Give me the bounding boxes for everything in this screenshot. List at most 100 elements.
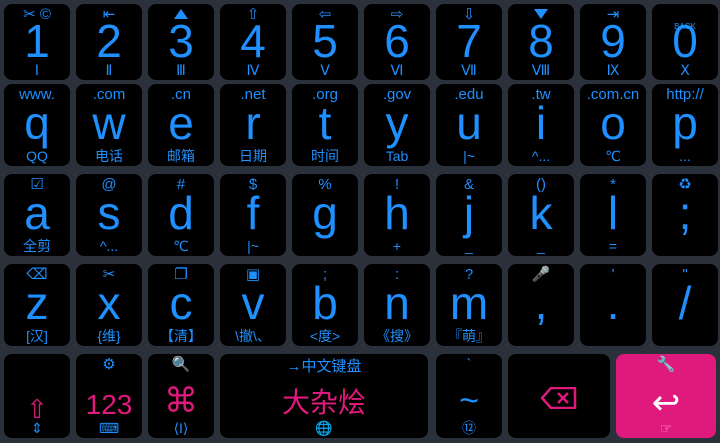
key-w[interactable]: .com w 电话 xyxy=(76,84,142,166)
key-main-label: 3 xyxy=(168,15,194,67)
tilde-key[interactable]: ` ~ ⑫ xyxy=(436,354,502,438)
cursor-icon: ⟨I⟩ xyxy=(173,420,189,436)
key-main-label: j xyxy=(463,187,475,239)
command-icon: ⌘ xyxy=(164,382,198,420)
key-z[interactable]: ⌫ z [汉] xyxy=(4,264,70,346)
key-u[interactable]: .edu u |~ xyxy=(436,84,502,166)
key-main-label: 8 xyxy=(528,15,554,67)
key-main-label: ~ xyxy=(459,382,479,420)
key-main-label: v xyxy=(241,277,265,329)
key-main-label: a xyxy=(24,187,50,239)
key-main-label: z xyxy=(25,277,49,329)
key-o[interactable]: .com.cn o ℃ xyxy=(580,84,646,166)
key-bottom-label: ℃ xyxy=(173,238,189,254)
key-k[interactable]: () k _ xyxy=(508,174,574,256)
key-9[interactable]: ⇥ 9 Ⅸ xyxy=(580,4,646,80)
keyboard-icon: ⌨ xyxy=(98,420,120,436)
swap-icon: ⇕ xyxy=(31,420,43,436)
key-bottom-label: Ⅰ xyxy=(34,62,40,78)
key-2[interactable]: ⇤ 2 Ⅱ xyxy=(76,4,142,80)
key-main-label: 7 xyxy=(456,15,482,67)
key-i[interactable]: .tw i ^... xyxy=(508,84,574,166)
key-v[interactable]: ▣ v \撤\、 xyxy=(220,264,286,346)
calendar-icon: ⑫ xyxy=(462,420,476,436)
key-e[interactable]: .cn e 邮箱 xyxy=(148,84,214,166)
key-main-label: y xyxy=(385,97,409,149)
key-bottom-label: Ⅲ xyxy=(176,62,186,78)
key-q[interactable]: www. q QQ xyxy=(4,84,70,166)
key-bottom-label: ^... xyxy=(99,238,119,254)
key-slash[interactable]: " / xyxy=(652,264,718,346)
key-top-label: →中文键盘 xyxy=(286,358,362,375)
key-bottom-label: Ⅷ xyxy=(531,62,551,78)
wrench-icon: 🔧 xyxy=(656,356,676,373)
key-t[interactable]: .org t 时间 xyxy=(292,84,358,166)
key-bottom-label: 电话 xyxy=(95,148,123,164)
key-l[interactable]: * l = xyxy=(580,174,646,256)
key-bottom-label: = xyxy=(608,238,618,254)
symbols-key[interactable]: 🔍 ⌘ ⟨I⟩ xyxy=(148,354,214,438)
key-main-label: 0 xyxy=(672,15,698,67)
backspace-key[interactable] xyxy=(508,354,610,438)
key-3[interactable]: 3Ⅲ xyxy=(148,4,214,80)
key-g[interactable]: % g xyxy=(292,174,358,256)
key-bottom-label: QQ xyxy=(26,148,48,164)
key-main-label: 9 xyxy=(600,15,626,67)
key-7[interactable]: ⇩ 7 Ⅶ xyxy=(436,4,502,80)
key-h[interactable]: ! h + xyxy=(364,174,430,256)
key-j[interactable]: & j _ xyxy=(436,174,502,256)
key-main-label: , xyxy=(534,277,548,329)
key-r[interactable]: .net r 日期 xyxy=(220,84,286,166)
key-bottom-label: 邮箱 xyxy=(167,148,195,164)
key-bottom-label: Ⅶ xyxy=(461,62,477,78)
key-n[interactable]: : n 《搜》 xyxy=(364,264,430,346)
key-main-label: f xyxy=(246,187,260,239)
key-bottom-label: Ⅸ xyxy=(606,62,620,78)
key-4[interactable]: ⇧ 4 Ⅳ xyxy=(220,4,286,80)
key-bottom-label: 《搜》 xyxy=(376,328,418,344)
key-bottom-label: [汉] xyxy=(26,328,48,344)
key-semicolon[interactable]: ♻; xyxy=(652,174,718,256)
key-top-label: ` xyxy=(466,356,472,373)
key-bottom-label: |~ xyxy=(247,238,259,254)
key-x[interactable]: ✂ x {维} xyxy=(76,264,142,346)
key-main-label: 5 xyxy=(312,15,338,67)
key-comma[interactable]: 🎤, xyxy=(508,264,574,346)
key-m[interactable]: ? m 『萌』 xyxy=(436,264,502,346)
shift-key[interactable]: ⇧ ⇕ xyxy=(4,354,70,438)
key-main-label: / xyxy=(678,277,692,329)
key-main-label: 6 xyxy=(384,15,410,67)
key-s[interactable]: @ s ^... xyxy=(76,174,142,256)
key-bottom-label: 全剪 xyxy=(23,238,51,254)
key-0[interactable]: BACK 0 Ⅹ xyxy=(652,4,718,80)
key-bottom-label: 时间 xyxy=(311,148,339,164)
key-main-label: n xyxy=(384,277,410,329)
key-main-label: w xyxy=(92,97,126,149)
numbers-key[interactable]: ⚙ 123 ⌨ xyxy=(76,354,142,438)
keyboard: ✂ © 1 Ⅰ ⇤ 2 Ⅱ 3 Ⅲ ⇧ 4 Ⅳ ⇦ 5 Ⅴ ⇨ 6 Ⅵ ⇩ 7 Ⅶ 8 Ⅷ ⇥ 9 Ⅸ BACK 0 Ⅹwww. q QQ… xyxy=(0,0,720,443)
key-period[interactable]: '. xyxy=(580,264,646,346)
key-f[interactable]: $ f |~ xyxy=(220,174,286,256)
key-c[interactable]: ❐ c 【清】 xyxy=(148,264,214,346)
key-a[interactable]: ☑ a 全剪 xyxy=(4,174,70,256)
key-p[interactable]: http://p... xyxy=(652,84,718,166)
globe-icon: 🌐 xyxy=(315,420,333,436)
key-b[interactable]: ; b <度> xyxy=(292,264,358,346)
key-d[interactable]: # d ℃ xyxy=(148,174,214,256)
key-bottom-label: Ⅵ xyxy=(390,62,404,78)
hand-icon: ☞ xyxy=(659,420,673,436)
key-8[interactable]: 8Ⅷ xyxy=(508,4,574,80)
key-bottom-label: ^... xyxy=(531,148,551,164)
key-main-label: k xyxy=(529,187,553,239)
space-key[interactable]: →中文键盘 大杂烩 🌐 xyxy=(220,354,428,438)
key-1[interactable]: ✂ © 1 Ⅰ xyxy=(4,4,70,80)
key-y[interactable]: .gov y Tab xyxy=(364,84,430,166)
key-bottom-label: ... xyxy=(679,148,691,164)
key-bottom-label: Tab xyxy=(385,148,409,164)
key-bottom-label: |~ xyxy=(463,148,475,164)
key-5[interactable]: ⇦ 5 Ⅴ xyxy=(292,4,358,80)
enter-key[interactable]: 🔧 ↩ ☞ xyxy=(616,354,716,438)
key-main-label: g xyxy=(312,187,338,239)
key-6[interactable]: ⇨ 6 Ⅵ xyxy=(364,4,430,80)
key-bottom-label: Ⅳ xyxy=(246,62,260,78)
